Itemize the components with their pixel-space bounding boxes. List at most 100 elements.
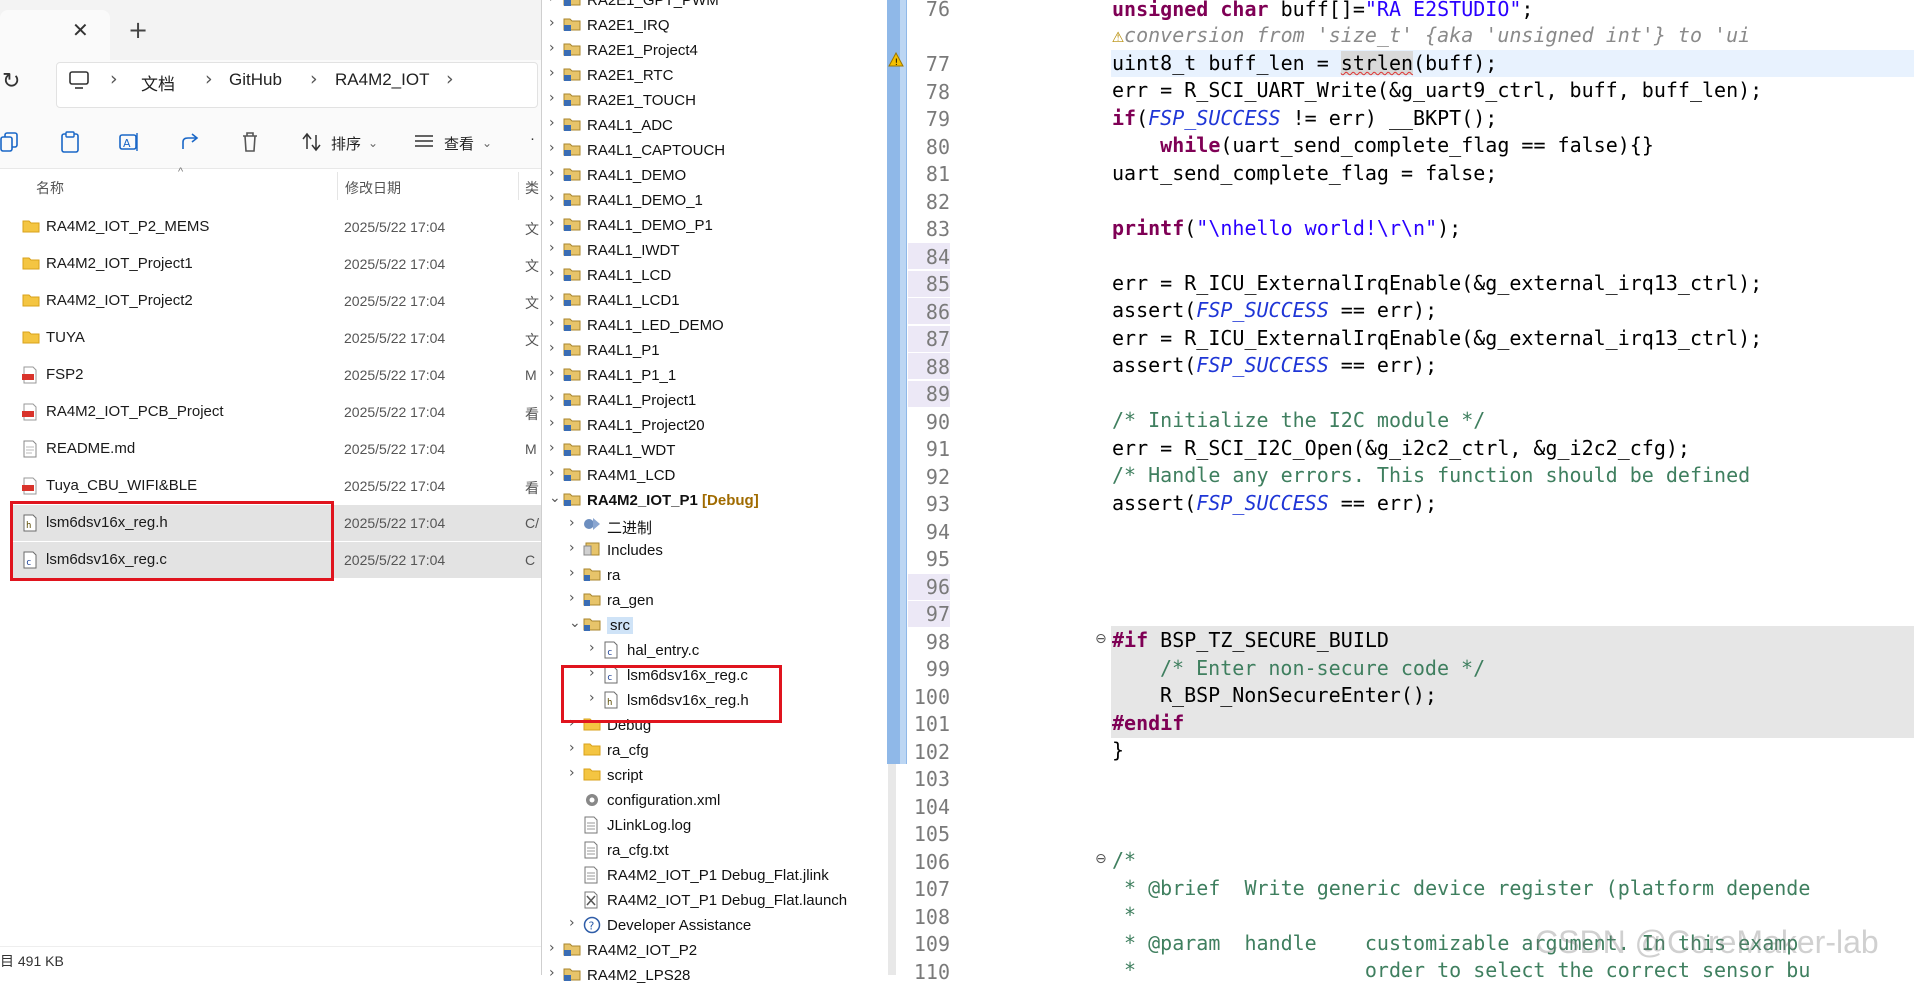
delete-icon[interactable] [240, 131, 260, 157]
tree-item[interactable]: ⌄ src [541, 613, 888, 638]
chevron-right-icon[interactable]: › [549, 115, 555, 131]
fold-collapse-icon[interactable]: ⊖ [1095, 851, 1107, 867]
share-icon[interactable] [180, 131, 202, 157]
code-comment[interactable]: /* Enter non-secure code */ [1160, 656, 1485, 680]
file-row[interactable]: RA4M2_IOT_P2_MEMS 2025/5/22 17:04 文 [10, 209, 541, 245]
more-icon[interactable]: · [530, 130, 535, 147]
chevron-right-icon[interactable]: › [569, 915, 575, 931]
chevron-right-icon[interactable]: › [549, 290, 555, 306]
column-separator[interactable] [337, 172, 338, 200]
tree-item[interactable]: › RA4L1_CAPTOUCH [541, 138, 888, 163]
code-line[interactable]: assert(FSP_SUCCESS == err); [1112, 353, 1437, 377]
tree-item[interactable]: › RA4L1_DEMO_P1 [541, 213, 888, 238]
tree-item[interactable]: › RA2E1_IRQ [541, 13, 888, 38]
sort-button[interactable]: 排序 [331, 133, 361, 154]
code-line[interactable]: R_BSP_NonSecureEnter(); [1160, 683, 1437, 707]
breadcrumb-item[interactable]: RA4M2_IOT [335, 70, 429, 90]
tree-item[interactable]: JLinkLog.log [541, 813, 888, 838]
chevron-down-icon[interactable]: ⌄ [549, 490, 561, 506]
code-comment[interactable]: /* Handle any errors. This function shou… [1112, 463, 1750, 487]
chevron-right-icon[interactable]: › [549, 65, 555, 81]
tree-item[interactable]: › script [541, 763, 888, 788]
tree-item[interactable]: › RA4L1_Project1 [541, 388, 888, 413]
tree-item[interactable]: › RA4L1_ADC [541, 113, 888, 138]
warning-marker-icon[interactable]: ! [888, 51, 904, 72]
tree-item[interactable]: › 二进制 [541, 513, 888, 538]
paste-icon[interactable] [60, 131, 80, 157]
tree-item[interactable]: › RA4L1_LCD [541, 263, 888, 288]
tree-item[interactable]: › c hal_entry.c [541, 638, 888, 663]
tree-item[interactable]: › Includes [541, 538, 888, 563]
chevron-right-icon[interactable]: › [549, 465, 555, 481]
chevron-right-icon[interactable]: › [549, 90, 555, 106]
tree-item[interactable]: ›? Developer Assistance [541, 913, 888, 938]
chevron-right-icon[interactable]: › [549, 240, 555, 256]
chevron-right-icon[interactable]: › [569, 765, 575, 781]
chevron-right-icon[interactable]: › [589, 640, 595, 656]
breadcrumb-item[interactable]: 文档 [141, 70, 175, 95]
chevron-right-icon[interactable]: › [549, 440, 555, 456]
chevron-right-icon[interactable]: › [549, 315, 555, 331]
code-line[interactable]: unsigned char buff[]="RA E2STUDIO"; [1112, 0, 1533, 21]
code-line[interactable]: err = R_SCI_I2C_Open(&g_i2c2_ctrl, &g_i2… [1112, 436, 1690, 460]
tree-item[interactable]: RA4M2_IOT_P1 Debug_Flat.jlink [541, 863, 888, 888]
chevron-right-icon[interactable]: › [549, 15, 555, 31]
tree-item[interactable]: › RA4L1_LED_DEMO [541, 313, 888, 338]
chevron-right-icon[interactable]: › [549, 190, 555, 206]
column-type[interactable]: 类 [525, 178, 539, 198]
chevron-right-icon[interactable]: › [549, 415, 555, 431]
chevron-right-icon[interactable]: › [569, 590, 575, 606]
column-separator[interactable] [518, 172, 519, 200]
tree-item[interactable]: › ra [541, 563, 888, 588]
file-row[interactable]: FSP2 2025/5/22 17:04 M [10, 357, 541, 393]
code-line[interactable]: #if BSP_TZ_SECURE_BUILD [1112, 628, 1389, 652]
view-button[interactable]: 查看 [444, 133, 474, 154]
new-tab-icon[interactable]: + [128, 16, 148, 44]
file-row[interactable]: RA4M2_IOT_PCB_Project 2025/5/22 17:04 看 [10, 394, 541, 430]
copy-icon[interactable] [0, 131, 20, 157]
view-icon[interactable] [413, 131, 435, 155]
chevron-right-icon[interactable]: › [549, 340, 555, 356]
rename-icon[interactable]: A [118, 131, 140, 157]
refresh-icon[interactable]: ↻ [2, 69, 20, 94]
code-comment[interactable]: /* [1112, 848, 1136, 872]
code-comment[interactable]: * [1112, 903, 1136, 927]
chevron-right-icon[interactable]: › [549, 965, 555, 981]
tree-item[interactable]: › RA2E1_RTC [541, 63, 888, 88]
close-tab-icon[interactable]: ✕ [72, 18, 89, 42]
file-row[interactable]: RA4M2_IOT_Project1 2025/5/22 17:04 文 [10, 246, 541, 282]
chevron-right-icon[interactable]: › [569, 565, 575, 581]
chevron-right-icon[interactable]: › [549, 215, 555, 231]
chevron-right-icon[interactable]: › [569, 540, 575, 556]
code-line[interactable]: } [1112, 738, 1124, 762]
code-comment[interactable]: * order to select the correct sensor bu [1112, 958, 1810, 982]
tree-item[interactable]: › RA4L1_Project20 [541, 413, 888, 438]
chevron-right-icon[interactable]: › [549, 140, 555, 156]
computer-icon[interactable] [68, 70, 90, 94]
code-line[interactable]: #endif [1112, 711, 1184, 735]
column-name[interactable]: 名称 [36, 178, 64, 198]
code-line[interactable]: uint8_t buff_len = strlen(buff); [1112, 51, 1497, 75]
code-line[interactable]: printf("\nhello world!\r\n"); [1112, 216, 1461, 240]
code-line[interactable]: if(FSP_SUCCESS != err) __BKPT(); [1112, 106, 1497, 130]
tree-item[interactable]: › RA4M1_LCD [541, 463, 888, 488]
explorer-tab[interactable] [0, 10, 110, 60]
code-line[interactable]: uart_send_complete_flag = false; [1112, 161, 1497, 185]
fold-collapse-icon[interactable]: ⊖ [1095, 631, 1107, 647]
tree-item[interactable]: › ra_cfg [541, 738, 888, 763]
chevron-down-icon[interactable]: ⌄ [482, 136, 492, 150]
tree-item[interactable]: › ra_gen [541, 588, 888, 613]
column-date[interactable]: 修改日期 [345, 178, 401, 198]
tree-item[interactable]: ra_cfg.txt [541, 838, 888, 863]
tree-item[interactable]: RA4M2_IOT_P1 Debug_Flat.launch [541, 888, 888, 913]
tree-item[interactable]: › RA4L1_LCD1 [541, 288, 888, 313]
chevron-right-icon[interactable]: › [549, 390, 555, 406]
chevron-right-icon[interactable]: › [549, 0, 555, 6]
tree-item[interactable]: › RA4M2_LPS28 [541, 963, 888, 988]
chevron-right-icon[interactable]: › [549, 265, 555, 281]
code-line[interactable]: assert(FSP_SUCCESS == err); [1112, 298, 1437, 322]
file-row[interactable]: README.md 2025/5/22 17:04 M [10, 431, 541, 467]
code-line[interactable]: err = R_ICU_ExternalIrqEnable(&g_externa… [1112, 271, 1762, 295]
tree-item[interactable]: › RA4L1_P1 [541, 338, 888, 363]
tree-item[interactable]: › RA4M2_IOT_P2 [541, 938, 888, 963]
